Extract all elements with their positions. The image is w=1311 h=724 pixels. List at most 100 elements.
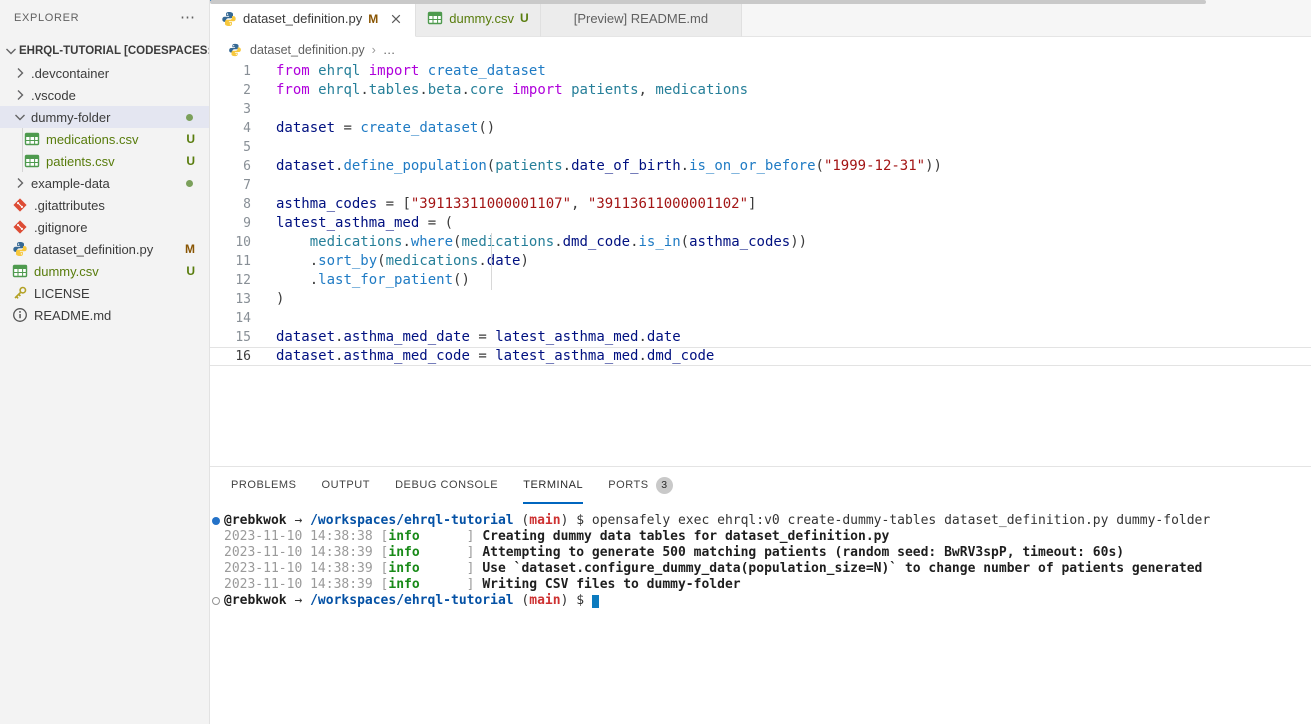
breadcrumb[interactable]: dataset_definition.py › … bbox=[210, 37, 1311, 62]
csv-icon bbox=[427, 10, 443, 26]
sidebar-item-patients-csv[interactable]: patients.csv U bbox=[0, 150, 209, 172]
code-line-15[interactable]: 15dataset.asthma_med_date = latest_asthm… bbox=[210, 328, 1311, 347]
terminal-prompt-line: @rebkwok → /workspaces/ehrql-tutorial (m… bbox=[224, 593, 1311, 609]
code-token: = bbox=[335, 120, 360, 136]
code-line-1[interactable]: 1from ehrql import create_dataset bbox=[210, 62, 1311, 81]
code-token: "1999-12-31" bbox=[824, 158, 925, 174]
tab-label: [Preview] README.md bbox=[574, 11, 708, 26]
line-number: 10 bbox=[210, 233, 251, 252]
sidebar-item-dummy-csv[interactable]: dummy.csvU bbox=[0, 260, 209, 282]
panel-tab-debug-console[interactable]: DEBUG CONSOLE bbox=[395, 467, 498, 504]
panel-tab-label: PORTS bbox=[608, 479, 648, 491]
panel-tab-ports[interactable]: PORTS3 bbox=[608, 467, 672, 504]
tab-dummy-csv[interactable]: dummy.csvU bbox=[416, 0, 540, 37]
code-line-14[interactable]: 14 bbox=[210, 309, 1311, 328]
git-status-badge: U bbox=[520, 11, 529, 25]
chevron-down-icon bbox=[12, 109, 28, 125]
command-decoration-icon[interactable] bbox=[212, 517, 220, 525]
editor-tab-bar: dataset_definition.pyMdummy.csvU [Preview… bbox=[210, 0, 1311, 37]
code-line-11[interactable]: 11 .sort_by(medications.date) bbox=[210, 252, 1311, 271]
terminal-text: ] bbox=[420, 577, 483, 592]
line-content: dataset.asthma_med_code = latest_asthma_… bbox=[251, 348, 714, 365]
line-number: 5 bbox=[210, 138, 251, 157]
code-line-16[interactable]: 16dataset.asthma_med_code = latest_asthm… bbox=[210, 347, 1311, 366]
sidebar-item-devcontainer[interactable]: .devcontainer bbox=[0, 62, 209, 84]
code-token: medications bbox=[461, 234, 554, 250]
workspace-root-item[interactable]: EHRQL-TUTORIAL [CODESPACES:... bbox=[0, 40, 209, 62]
code-line-5[interactable]: 5 bbox=[210, 138, 1311, 157]
code-token: where bbox=[411, 234, 453, 250]
file-label: dummy.csv bbox=[34, 264, 99, 279]
code-token: is_in bbox=[639, 234, 681, 250]
line-content: from ehrql import create_dataset bbox=[251, 62, 546, 81]
code-token: is_on_or_before bbox=[689, 158, 815, 174]
code-token: asthma_med_code bbox=[343, 348, 469, 364]
file-label: patients.csv bbox=[46, 154, 115, 169]
git-status-badge: U bbox=[186, 132, 195, 146]
panel-tab-terminal[interactable]: TERMINAL bbox=[523, 467, 583, 504]
sidebar-item-dummy-folder[interactable]: dummy-folder bbox=[0, 106, 209, 128]
terminal-text: → bbox=[287, 513, 310, 528]
line-content bbox=[251, 176, 276, 195]
sidebar-item-medications-csv[interactable]: medications.csvU bbox=[0, 128, 209, 150]
code-token: . bbox=[461, 82, 469, 98]
code-token: asthma_med_date bbox=[343, 329, 469, 345]
code-line-10[interactable]: 10 medications.where(medications.dmd_cod… bbox=[210, 233, 1311, 252]
panel-tab-problems[interactable]: PROBLEMS bbox=[231, 467, 297, 504]
code-token: medications bbox=[655, 82, 748, 98]
line-number: 13 bbox=[210, 290, 251, 309]
sidebar-item-gitignore[interactable]: .gitignore bbox=[0, 216, 209, 238]
file-label: dataset_definition.py bbox=[34, 242, 153, 257]
code-editor[interactable]: 1from ehrql import create_dataset2from e… bbox=[210, 62, 1311, 466]
code-line-6[interactable]: 6dataset.define_population(patients.date… bbox=[210, 157, 1311, 176]
sidebar-item-readme-md[interactable]: README.md bbox=[0, 304, 209, 326]
sidebar-item-vscode[interactable]: .vscode bbox=[0, 84, 209, 106]
code-token: create_dataset bbox=[428, 63, 546, 79]
code-line-2[interactable]: 2from ehrql.tables.beta.core import pati… bbox=[210, 81, 1311, 100]
tab-dataset-definition-py[interactable]: dataset_definition.pyM bbox=[210, 0, 416, 37]
code-token: latest_asthma_med bbox=[495, 348, 638, 364]
breadcrumb-file[interactable]: dataset_definition.py bbox=[250, 43, 365, 57]
code-token: . bbox=[276, 253, 318, 269]
terminal-text: 2023-11-10 14:38:39 bbox=[224, 545, 381, 560]
line-content: asthma_codes = ["39113311000001107", "39… bbox=[251, 195, 756, 214]
code-token: . bbox=[630, 234, 638, 250]
code-token bbox=[310, 82, 318, 98]
code-line-7[interactable]: 7 bbox=[210, 176, 1311, 195]
sidebar-item-example-data[interactable]: example-data bbox=[0, 172, 209, 194]
sidebar-item-license[interactable]: LICENSE bbox=[0, 282, 209, 304]
csv-icon bbox=[24, 131, 40, 147]
code-token bbox=[276, 234, 310, 250]
code-line-9[interactable]: 9latest_asthma_med = ( bbox=[210, 214, 1311, 233]
terminal-output-line: 2023-11-10 14:38:39 [info ] Writing CSV … bbox=[224, 577, 1311, 593]
git-changes-dot bbox=[186, 180, 193, 187]
sidebar-item-gitattributes[interactable]: .gitattributes bbox=[0, 194, 209, 216]
code-line-13[interactable]: 13) bbox=[210, 290, 1311, 309]
tab-label: dataset_definition.py bbox=[243, 11, 362, 26]
code-line-8[interactable]: 8asthma_codes = ["39113311000001107", "3… bbox=[210, 195, 1311, 214]
code-token bbox=[419, 63, 427, 79]
line-content: .last_for_patient() bbox=[251, 271, 470, 290]
panel-tab-output[interactable]: OUTPUT bbox=[322, 467, 371, 504]
tab-preview-readme-md[interactable]: [Preview] README.md bbox=[541, 0, 742, 37]
chevron-down-icon bbox=[3, 43, 19, 59]
tab-overflow-scrollbar[interactable] bbox=[210, 0, 1206, 4]
terminal-text: main bbox=[529, 513, 560, 528]
git-status-badge: U bbox=[186, 154, 195, 168]
more-actions-icon[interactable]: ⋯ bbox=[180, 13, 195, 23]
code-token: define_population bbox=[343, 158, 486, 174]
code-line-4[interactable]: 4dataset = create_dataset() bbox=[210, 119, 1311, 138]
panel-tab-label: PROBLEMS bbox=[231, 479, 297, 491]
prompt-decoration-icon[interactable] bbox=[212, 597, 220, 605]
close-icon[interactable] bbox=[388, 11, 404, 27]
sidebar-item-dataset-definition-py[interactable]: dataset_definition.pyM bbox=[0, 238, 209, 260]
code-line-12[interactable]: 12 .last_for_patient() bbox=[210, 271, 1311, 290]
terminal[interactable]: @rebkwok → /workspaces/ehrql-tutorial (m… bbox=[210, 504, 1311, 609]
terminal-cursor bbox=[592, 595, 599, 608]
code-token: latest_asthma_med bbox=[495, 329, 638, 345]
line-number: 16 bbox=[210, 348, 251, 365]
breadcrumb-symbol[interactable]: … bbox=[383, 43, 396, 57]
code-line-3[interactable]: 3 bbox=[210, 100, 1311, 119]
code-token: () bbox=[453, 272, 470, 288]
code-token: from bbox=[276, 82, 310, 98]
